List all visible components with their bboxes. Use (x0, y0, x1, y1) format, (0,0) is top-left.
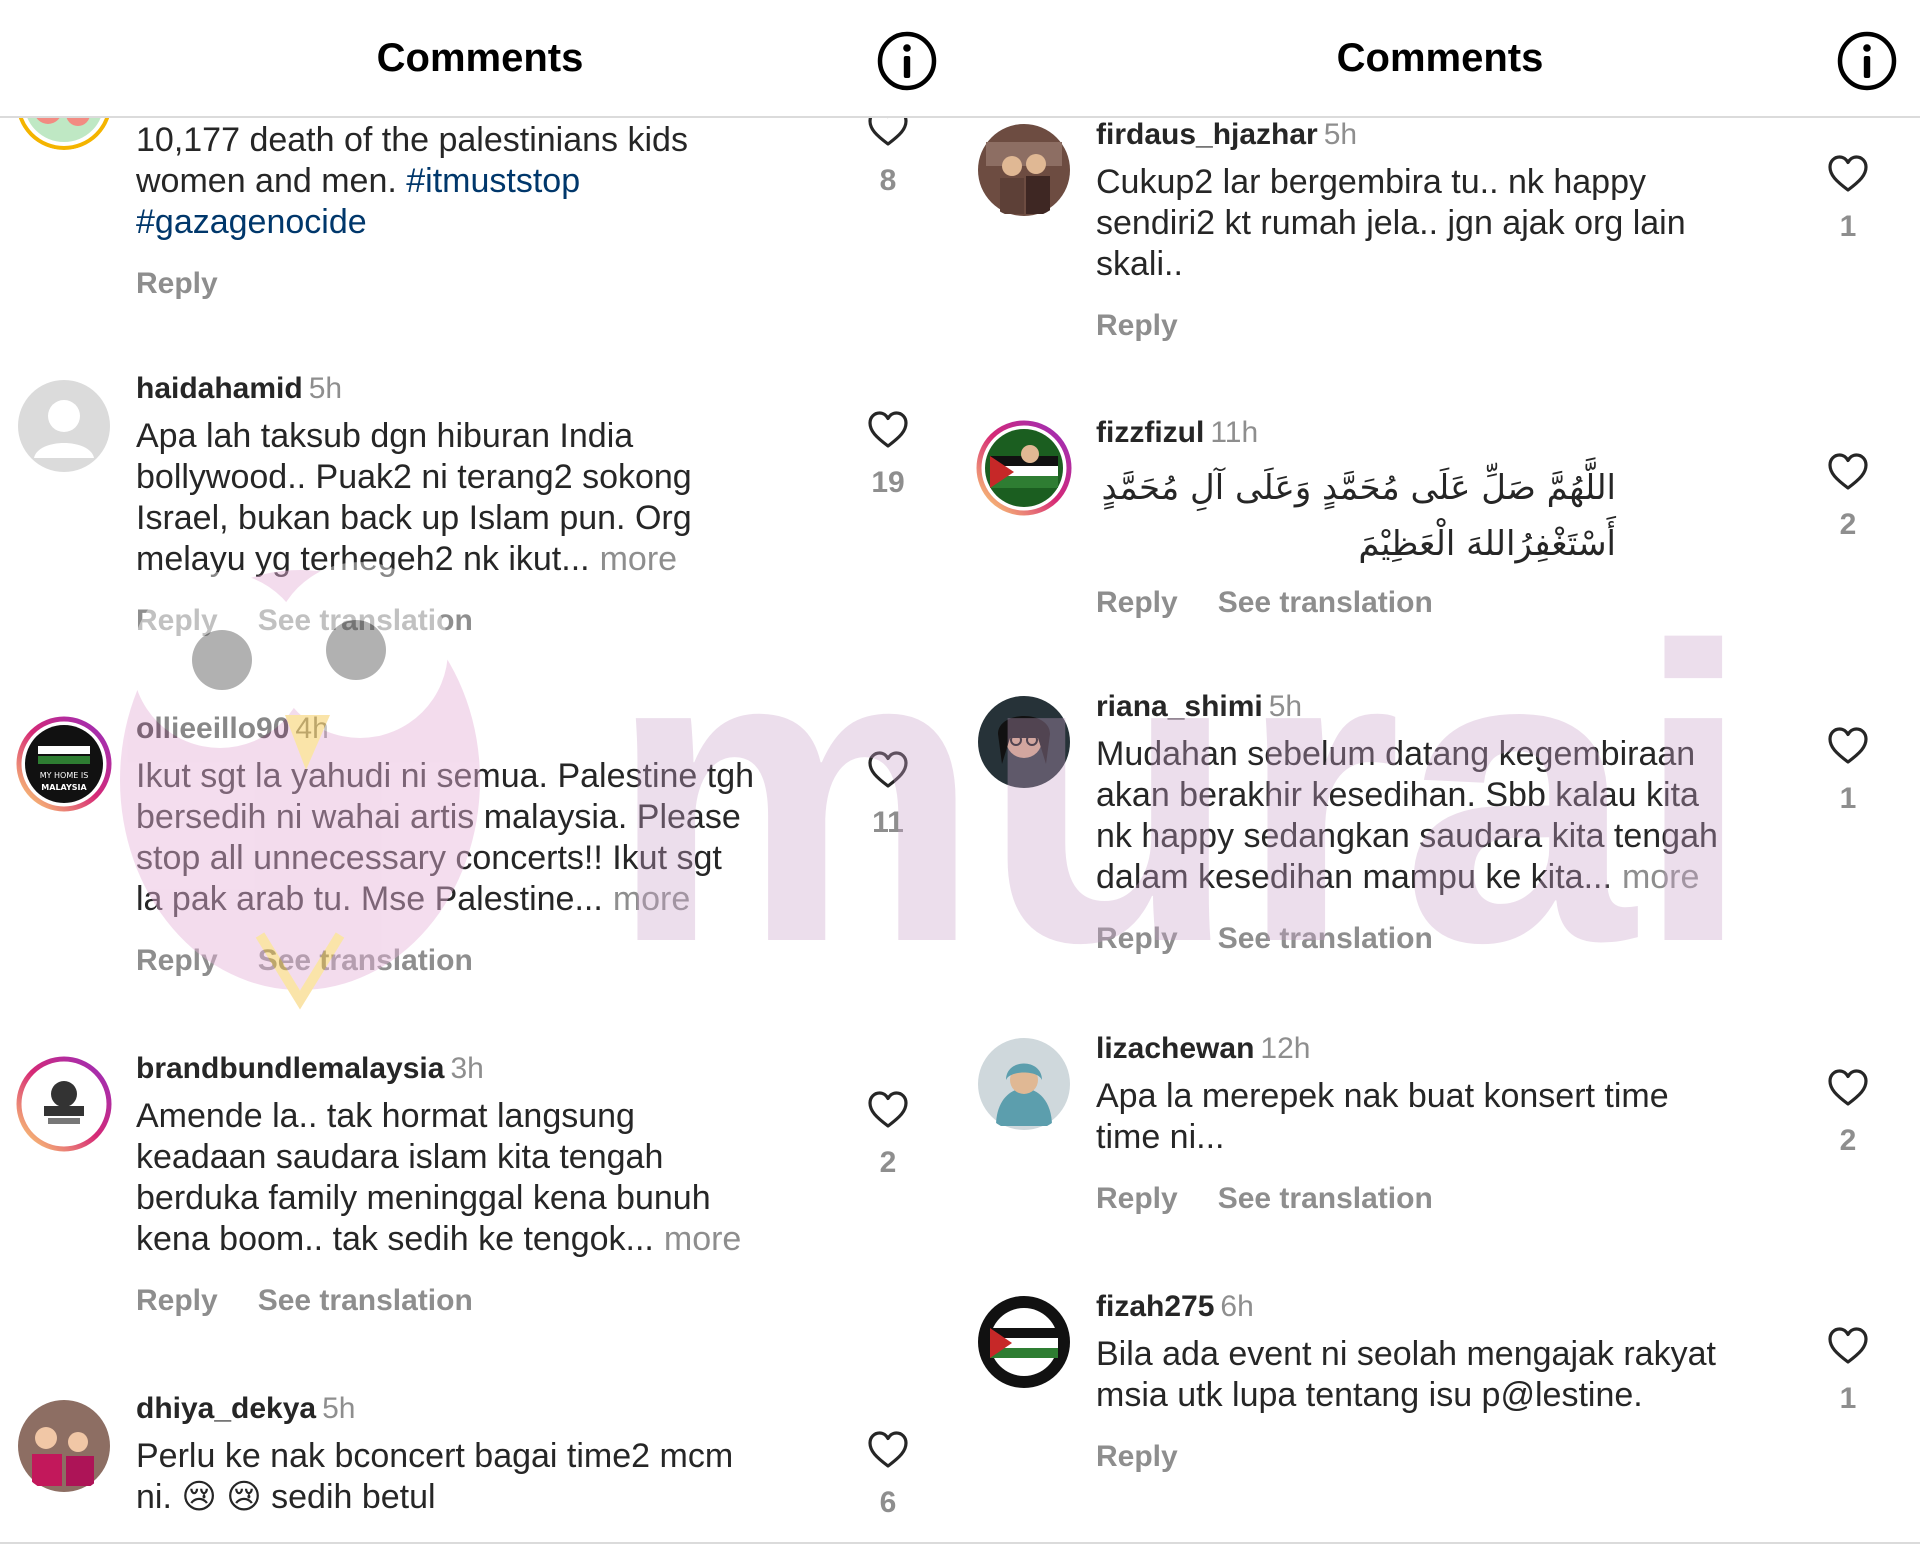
reply-button[interactable]: Reply (136, 1284, 218, 1318)
see-translation-button[interactable]: See translation (1218, 586, 1433, 620)
comment-text: Perlu ke nak bconcert bagai time2 mcm ni… (136, 1437, 734, 1516)
hashtag-link[interactable]: #gazagenocide (136, 203, 367, 241)
comment-text: Apa la merepek nak buat konsert time tim… (1096, 1077, 1669, 1156)
comments-header: Comments (0, 0, 960, 118)
heart-outline-icon (1828, 453, 1868, 490)
avatar[interactable] (976, 1036, 1072, 1132)
like-button[interactable]: 1 (1820, 154, 1876, 244)
like-count: 19 (871, 466, 905, 499)
more-link[interactable]: more (1622, 858, 1699, 896)
see-translation-button[interactable]: See translation (258, 604, 473, 638)
see-translation-button[interactable]: See translation (258, 944, 473, 978)
reply-button[interactable]: Reply (136, 944, 218, 978)
like-button[interactable]: 8 (860, 108, 916, 198)
username[interactable]: dhiya_dekya (136, 1392, 316, 1425)
reply-button[interactable]: Reply (1096, 586, 1178, 620)
timestamp: 5h (1268, 690, 1303, 723)
comments-panel-right: Comments firdaus_hjazhar 5h Cukup2 lar be… (960, 0, 1920, 1552)
timestamp: 3h (450, 1052, 484, 1085)
more-link[interactable]: more (664, 1220, 741, 1258)
hashtag-link[interactable]: #itmuststop (406, 162, 580, 200)
avatar-text: MY HOME IS (40, 771, 89, 780)
avatar[interactable] (16, 1398, 112, 1494)
info-icon[interactable] (1836, 30, 1898, 92)
avatar-text: MALAYSIA (41, 783, 87, 792)
username[interactable]: fizah275 (1096, 1290, 1214, 1323)
heart-outline-icon (868, 1091, 908, 1128)
comment-text: Mudahan sebelum datang kegembiraan akan … (1096, 735, 1718, 896)
timestamp: 6h (1220, 1290, 1254, 1323)
timestamp: 11h (1210, 416, 1259, 449)
like-count: 6 (879, 1486, 897, 1519)
see-translation-button[interactable]: See translation (258, 1284, 473, 1318)
heart-outline-icon (868, 751, 908, 788)
like-button[interactable]: 1 (1820, 726, 1876, 816)
heart-outline-icon (1828, 155, 1868, 192)
like-button[interactable]: 6 (860, 1430, 916, 1520)
like-count: 1 (1839, 210, 1857, 243)
heart-outline-icon (868, 411, 908, 448)
like-button[interactable]: 1 (1820, 1326, 1876, 1416)
avatar[interactable] (976, 420, 1072, 516)
page-title: Comments (1336, 36, 1544, 80)
like-count: 8 (879, 164, 897, 197)
avatar[interactable] (16, 378, 112, 474)
avatar[interactable] (976, 1294, 1072, 1390)
comment-text: Amende la.. tak hormat langsung keadaan … (136, 1097, 742, 1258)
like-button[interactable]: 2 (1820, 452, 1876, 542)
timestamp: 5h (322, 1392, 356, 1425)
timestamp: 12h (1260, 1032, 1311, 1065)
like-button[interactable]: 2 (1820, 1068, 1876, 1158)
like-button[interactable]: 11 (860, 750, 916, 840)
avatar[interactable] (976, 122, 1072, 218)
info-icon[interactable] (876, 30, 938, 92)
heart-outline-icon (868, 1431, 908, 1468)
comments-header: Comments (960, 0, 1920, 118)
more-link[interactable]: more (600, 540, 677, 578)
username[interactable]: firdaus_hjazhar (1096, 118, 1318, 151)
like-count: 2 (879, 1146, 897, 1179)
see-translation-button[interactable]: See translation (1218, 1182, 1433, 1216)
comment-text: Apa lah taksub dgn hiburan India bollywo… (136, 417, 692, 578)
comment-text: اللَّهُمَّ صَلِّ عَلَى مُحَمَّدٍ وَعَلَى… (1101, 468, 1616, 564)
like-count: 2 (1839, 1124, 1857, 1157)
like-count: 2 (1839, 508, 1857, 541)
comment-text: Bila ada event ni seolah mengajak rakyat… (1096, 1335, 1716, 1414)
divider (0, 1542, 1920, 1544)
comment-text: 10,177 death of the palestinians kids wo… (136, 121, 688, 241)
username[interactable]: haidahamid (136, 372, 303, 405)
like-count: 1 (1839, 1382, 1857, 1415)
more-link[interactable]: more (613, 880, 690, 918)
username[interactable]: brandbundlemalaysia (136, 1052, 444, 1085)
reply-button[interactable]: Reply (1096, 1182, 1178, 1216)
avatar[interactable] (976, 694, 1072, 790)
comments-panel-left: Comments 10,177 death of the palestinian… (0, 0, 960, 1552)
heart-outline-icon (1828, 1327, 1868, 1364)
avatar[interactable]: MY HOME IS MALAYSIA (16, 716, 112, 812)
avatar[interactable] (16, 1056, 112, 1152)
reply-button[interactable]: Reply (1096, 922, 1178, 956)
timestamp: 4h (295, 712, 329, 745)
reply-button[interactable]: Reply (1096, 1440, 1178, 1474)
heart-outline-icon (1828, 1069, 1868, 1106)
see-translation-button[interactable]: See translation (1218, 922, 1433, 956)
like-button[interactable]: 19 (860, 410, 916, 500)
timestamp: 5h (1323, 118, 1358, 151)
reply-button[interactable]: Reply (136, 604, 218, 638)
reply-button[interactable]: Reply (1096, 309, 1178, 343)
username[interactable]: riana_shimi (1096, 690, 1263, 723)
username[interactable]: lizachewan (1096, 1032, 1254, 1065)
username[interactable]: ollieeillo90 (136, 712, 289, 745)
like-count: 1 (1839, 782, 1857, 815)
comment-text: Cukup2 lar bergembira tu.. nk happy send… (1096, 163, 1686, 283)
like-count: 11 (872, 806, 904, 839)
page-title: Comments (376, 36, 584, 80)
heart-outline-icon (1828, 727, 1868, 764)
timestamp: 5h (308, 372, 343, 405)
reply-button[interactable]: Reply (136, 267, 218, 301)
like-button[interactable]: 2 (860, 1090, 916, 1180)
comment-text: Ikut sgt la yahudi ni semua. Palestine t… (136, 757, 755, 918)
username[interactable]: fizzfizul (1096, 416, 1204, 449)
